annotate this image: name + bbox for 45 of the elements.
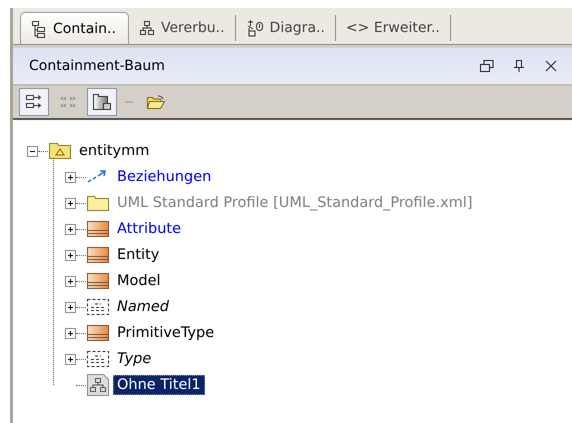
restore-icon[interactable] [479, 59, 495, 73]
folder-open-icon [146, 93, 166, 111]
package-icon [48, 142, 72, 160]
tab[interactable]: Vererbu.. [128, 15, 236, 41]
close-icon[interactable] [545, 60, 557, 72]
stereotype-icon [59, 94, 77, 110]
expander-icon[interactable] [27, 146, 38, 156]
tree-item[interactable]: Ohne Titel1 [113, 375, 205, 395]
abstract-class-icon [86, 350, 110, 368]
tree-item[interactable]: Model [113, 271, 165, 291]
tab[interactable]: Diagra.. [236, 15, 336, 41]
tab[interactable]: <> Erweiter.. [336, 15, 451, 41]
hierarchy-icon [138, 20, 155, 36]
expander-icon[interactable] [65, 276, 76, 286]
tree-item[interactable]: Entity [113, 245, 164, 265]
pin-icon[interactable] [513, 59, 525, 73]
boxes-icon [92, 93, 112, 111]
toolbar-button[interactable] [87, 88, 117, 116]
tab[interactable]: Contain.. [20, 12, 129, 44]
tree-item[interactable]: Attribute [113, 219, 186, 239]
tree-item[interactable]: PrimitiveType [113, 323, 218, 343]
expander-icon[interactable] [65, 302, 76, 312]
tree-item[interactable]: entitymm [75, 141, 154, 161]
expander-icon[interactable] [65, 354, 76, 364]
tree-item[interactable]: Named [113, 297, 173, 317]
class-icon [86, 324, 110, 342]
expander-icon[interactable] [65, 198, 76, 208]
dash-icon [125, 101, 133, 103]
expander-icon[interactable] [65, 172, 76, 182]
expander-icon[interactable] [65, 224, 76, 234]
class-icon [86, 272, 110, 290]
abstract-class-icon [86, 298, 110, 316]
tree-item[interactable]: UML Standard Profile [UML_Standard_Profile.xml] [113, 193, 476, 213]
expander-icon[interactable] [65, 328, 76, 338]
tree-item[interactable]: Type [113, 349, 156, 369]
expand-icon [25, 94, 43, 110]
class-icon [86, 246, 110, 264]
expander-icon[interactable] [65, 250, 76, 260]
class-icon [86, 220, 110, 238]
folder-icon [86, 194, 110, 212]
tree-item[interactable]: Beziehungen [113, 167, 216, 187]
toolbar-button[interactable] [19, 88, 49, 116]
panel-title: Containment-Baum [29, 58, 166, 74]
diagram-icon [246, 19, 264, 37]
tree-icon [31, 20, 47, 38]
